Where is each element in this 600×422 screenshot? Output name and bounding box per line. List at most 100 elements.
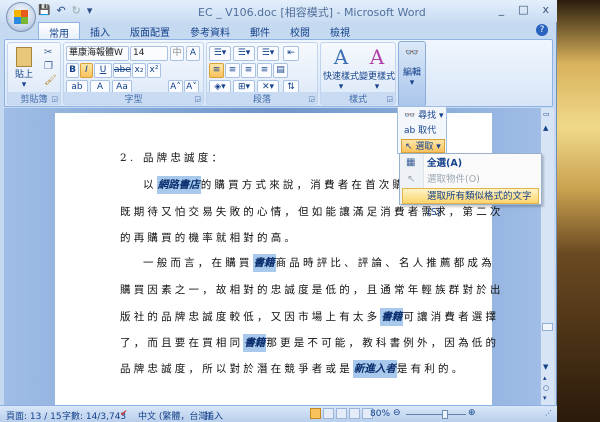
outline-icon[interactable] (349, 408, 360, 419)
zoom-slider[interactable] (406, 410, 466, 419)
ribbon: 貼上 ▾ ✂ ❐ 🖌 剪貼簿 ◲ 華康海報體W 14 中 A B I U abe … (4, 39, 553, 107)
previous-page-icon[interactable]: ▴ (543, 374, 547, 382)
select-button[interactable]: ↖ 選取 ▾ (401, 139, 445, 153)
editing-button[interactable]: 👓 編輯 ▾ (398, 41, 426, 107)
undo-icon[interactable]: ↶ (56, 4, 65, 17)
subscript-button[interactable]: x₂ (132, 63, 146, 78)
resize-grip-icon[interactable]: ⋰ (545, 409, 552, 417)
page-count[interactable]: 頁面: 13 / 15 (6, 409, 62, 422)
scroll-down-icon[interactable]: ▼ (543, 363, 548, 371)
office-button[interactable] (6, 2, 36, 32)
superscript-button[interactable]: x² (147, 63, 161, 78)
minimize-button[interactable]: _ (499, 3, 505, 16)
search-highlight: 書籍 (380, 308, 404, 326)
copy-icon[interactable]: ❐ (44, 61, 53, 72)
tab-home[interactable]: 常用 (38, 22, 80, 40)
quick-styles-icon: A (333, 45, 349, 69)
menu-item-select-objects[interactable]: 選取物件(O) (425, 172, 539, 188)
dialog-launcher-icon[interactable]: ◲ (194, 95, 201, 103)
align-left-button[interactable]: ≡ (209, 63, 224, 78)
scroll-up-icon[interactable]: ▲ (543, 124, 548, 132)
styles-group: A 快速樣式 ▾ A 變更樣式 ▾ 樣式 ◲ (320, 42, 396, 105)
paragraph-line: 一般而言，在購買書籍商品時評比、評論、名人推薦都成為 (143, 254, 495, 272)
paragraph-group: ☰▾ ☰▾ ☰▾ ⇤ ≡ ≡ ≡ ≡ ▤ ◈▾ ⊞▾ ✕▾ ⇅ 段落 ◲ (206, 42, 318, 105)
title-bar: 💾 ↶ ↻ ▾ EC _ V106.doc [相容模式] - Microsoft… (0, 0, 557, 22)
save-icon[interactable]: 💾 (38, 5, 50, 16)
cut-icon[interactable]: ✂ (44, 47, 52, 58)
distributed-button[interactable]: ▤ (273, 63, 288, 78)
font-name-select[interactable]: 華康海報體W (66, 46, 129, 61)
styles-group-label: 樣式 (321, 92, 395, 105)
next-page-icon[interactable]: ▾ (543, 394, 547, 402)
dialog-launcher-icon[interactable]: ◲ (51, 95, 58, 103)
decrease-indent-button[interactable]: ⇤ (283, 46, 299, 61)
bold-button[interactable]: B (66, 63, 79, 78)
align-center-button[interactable]: ≡ (225, 63, 240, 78)
font-group: 華康海報體W 14 中 A B I U abe x₂ x² ab A Aa A˄… (63, 42, 204, 105)
find-button[interactable]: 👓 尋找 ▾ (401, 109, 446, 123)
zoom-out-icon[interactable]: ⊖ (393, 408, 401, 418)
tab-view[interactable]: 檢視 (320, 22, 360, 39)
proofing-icon[interactable]: ✔ (120, 409, 128, 419)
word-count[interactable]: 字數: 14/3,743 (62, 409, 126, 422)
dialog-launcher-icon[interactable]: ◲ (308, 95, 315, 103)
format-painter-icon[interactable]: 🖌 (44, 75, 57, 86)
select-all-icon: ▦ (406, 157, 416, 168)
view-buttons (310, 408, 373, 419)
insert-mode[interactable]: 插入 (205, 409, 223, 422)
editing-popup: 👓 尋找 ▾ ab 取代 ↖ 選取 ▾ (397, 106, 447, 154)
paste-icon (16, 47, 32, 67)
paragraph-line: 品牌忠誠度，所以對於潛在競爭者或是新進入者是有利的。 (120, 360, 465, 378)
align-right-button[interactable]: ≡ (241, 63, 256, 78)
print-layout-icon[interactable] (310, 408, 321, 419)
zoom-level[interactable]: 80% (370, 409, 390, 419)
search-highlight: 網路書店 (156, 176, 201, 194)
redo-icon[interactable]: ↻ (72, 4, 81, 17)
multilevel-list-button[interactable]: ☰▾ (257, 46, 279, 61)
help-icon[interactable]: ? (536, 24, 548, 36)
close-button[interactable]: x (542, 3, 549, 16)
font-size-select[interactable]: 14 (130, 46, 168, 61)
dialog-launcher-icon[interactable]: ◲ (386, 95, 393, 103)
browse-object-icon[interactable]: ○ (543, 384, 549, 392)
vertical-scrollbar[interactable]: ▭ ▲ ▼ ▴ ○ ▾ (540, 108, 554, 405)
paragraph-line: 版社的品牌忠誠度較低，又因市場上有太多書籍可讓消費者選擇 (120, 308, 499, 326)
change-styles-icon: A (369, 45, 385, 69)
strikethrough-button[interactable]: abe (113, 63, 131, 78)
quick-styles-button[interactable]: A 快速樣式 ▾ (323, 45, 359, 92)
customize-qat-icon[interactable]: ▾ (87, 4, 93, 17)
tab-review[interactable]: 校閱 (280, 22, 320, 39)
character-border-button[interactable]: A (186, 46, 200, 61)
paragraph-line: 既期待又怕交易失敗的心情，但如能讓滿足消費者需求，第二次 (120, 206, 504, 218)
paragraph-line: 的再購買的機率就相對的高。 (120, 232, 299, 244)
scroll-thumb[interactable] (542, 323, 553, 331)
underline-button[interactable]: U (94, 63, 112, 78)
tab-page-layout[interactable]: 版面配置 (120, 22, 180, 39)
tab-mailings[interactable]: 郵件 (240, 22, 280, 39)
menu-item-select-all[interactable]: 全選(A) (425, 156, 539, 172)
zoom-in-icon[interactable]: ⊕ (468, 408, 476, 418)
tab-references[interactable]: 參考資料 (180, 22, 240, 39)
replace-button[interactable]: ab 取代 (401, 124, 439, 138)
zoom-slider-thumb[interactable] (442, 410, 448, 419)
desktop-background (557, 0, 600, 422)
numbering-button[interactable]: ☰▾ (233, 46, 255, 61)
paragraph-line: 購買因素之一，故相對的忠誠度是低的，且通常年輕族群對於出 (120, 284, 504, 296)
italic-button[interactable]: I (80, 63, 93, 78)
paste-button[interactable]: 貼上 ▾ (12, 47, 36, 90)
menu-item-select-similar-formatting[interactable]: 選取所有類似格式的文字(S) (402, 188, 539, 218)
justify-button[interactable]: ≡ (257, 63, 272, 78)
ruler-toggle-icon[interactable]: ▭ (543, 110, 550, 118)
phonetic-guide-button[interactable]: 中 (170, 46, 184, 61)
change-styles-button[interactable]: A 變更樣式 ▾ (359, 45, 395, 92)
bullets-button[interactable]: ☰▾ (209, 46, 231, 61)
search-highlight: 新進入者 (352, 360, 397, 378)
maximize-button[interactable]: □ (518, 3, 528, 16)
web-layout-icon[interactable] (336, 408, 347, 419)
ribbon-tabs: 常用 插入 版面配置 參考資料 郵件 校閱 檢視 (38, 22, 360, 40)
tab-insert[interactable]: 插入 (80, 22, 120, 39)
quick-access-toolbar: 💾 ↶ ↻ ▾ (38, 4, 92, 17)
full-screen-reading-icon[interactable] (323, 408, 334, 419)
language-indicator[interactable]: 中文 (繁體，台灣) (138, 409, 211, 422)
office-logo-icon (14, 10, 28, 24)
